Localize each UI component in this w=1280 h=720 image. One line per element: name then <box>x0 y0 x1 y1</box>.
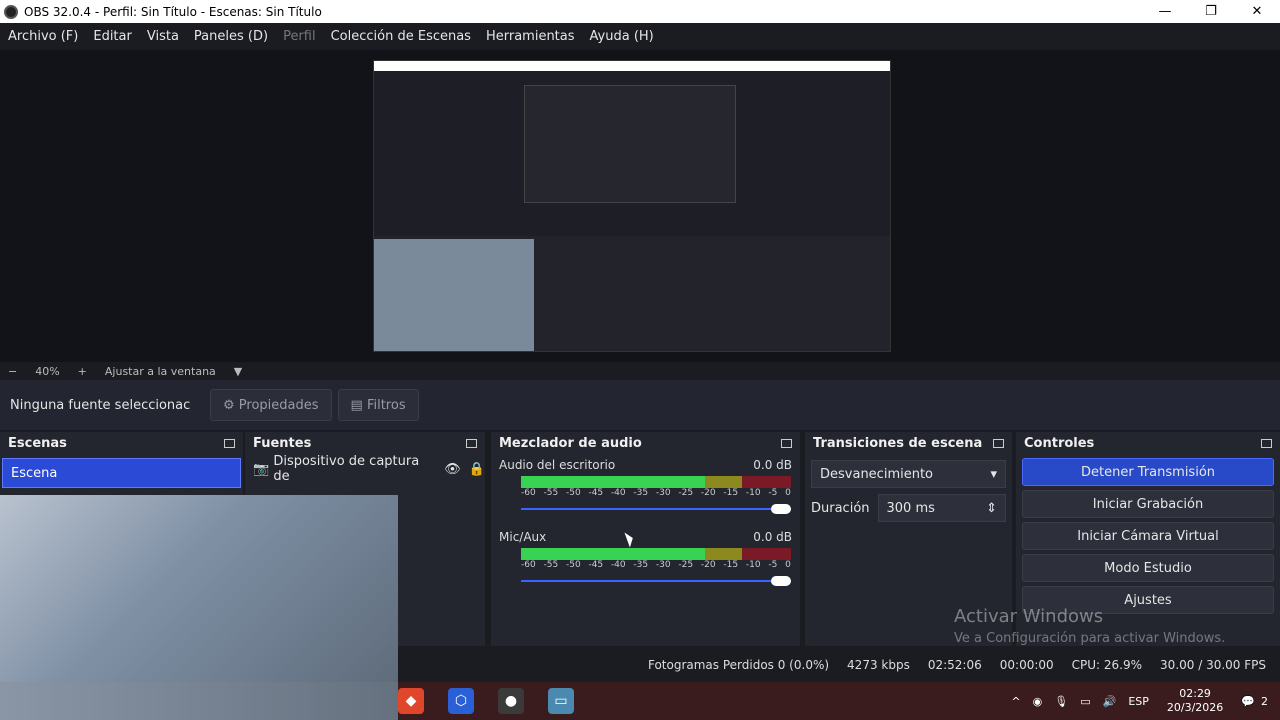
lock-icon[interactable]: 🔒 <box>469 462 485 477</box>
channel-name: Audio del escritorio <box>499 458 616 472</box>
zoom-out-button[interactable]: − <box>8 365 17 378</box>
window-app-icon[interactable]: ▭ <box>548 688 574 714</box>
source-item[interactable]: 📷 Dispositivo de captura de 👁 🔒 <box>245 454 485 484</box>
mixer-channel: Mic/Aux 0.0 dB -60 -55 -50 -45 -40 -35 -30 -25 -2… <box>491 526 800 592</box>
eye-icon[interactable]: 👁 <box>444 462 461 477</box>
virtual-camera-button[interactable]: Iniciar Cámara Virtual <box>1022 522 1274 550</box>
maximize-button[interactable]: ❐ <box>1188 0 1234 23</box>
stream-time: 02:52:06 <box>927 658 982 672</box>
menu-editar[interactable]: Editar <box>93 29 132 44</box>
mixer-channel: Audio del escritorio 0.0 dB -60 -55 -50 -45-… <box>491 454 800 520</box>
bitrate: 4273 kbps <box>847 658 910 672</box>
start-recording-button[interactable]: Iniciar Grabación <box>1022 490 1274 518</box>
meter-ticks: -60 -55 -50 -45 -40 -35 -30 -25 -20 -15 -10 -5 0 <box>521 560 791 570</box>
undock-icon[interactable] <box>1261 438 1272 448</box>
duration-input[interactable]: 300 ms ⇕ <box>877 494 1006 522</box>
camera-overlay-bottom <box>0 682 398 720</box>
meter-ticks: -60 -55 -50 -45 -40 -35 -30 -25 -20 -15 -10 -5 0 <box>521 488 791 498</box>
brave-icon[interactable]: ◆ <box>398 688 424 714</box>
chevron-down-icon[interactable]: ▼ <box>234 365 242 378</box>
no-source-label: Ninguna fuente seleccionac <box>10 397 191 413</box>
dropped-frames: Fotogramas Perdidos 0 (0.0%) <box>647 658 830 672</box>
undock-icon[interactable] <box>224 438 235 448</box>
notification-count: 2 <box>1261 694 1268 708</box>
preview-area[interactable] <box>0 50 1280 362</box>
source-toolbar: Ninguna fuente seleccionac ⚙ Propiedades… <box>0 380 1280 430</box>
menu-coleccion[interactable]: Colección de Escenas <box>331 29 471 44</box>
scene-item[interactable]: Escena <box>2 458 241 488</box>
menu-archivo[interactable]: Archivo (F) <box>8 29 78 44</box>
channel-db: 0.0 dB <box>753 530 792 544</box>
title-bar: OBS 32.0.4 - Perfil: Sin Título - Escena… <box>0 0 1280 23</box>
zoom-value: 40% <box>35 364 60 378</box>
menu-ayuda[interactable]: Ayuda (H) <box>590 29 654 44</box>
duration-label: Duración <box>811 500 870 516</box>
volume-icon[interactable]: 🔊 <box>1103 695 1117 708</box>
filters-button[interactable]: ▤ Filtros <box>337 389 419 421</box>
clock-date: 20/3/2026 <box>1166 701 1224 714</box>
undock-icon[interactable] <box>993 438 1004 448</box>
app-icon[interactable]: ⬡ <box>448 688 474 714</box>
volume-meter <box>521 548 791 560</box>
mixer-dock: Mezclador de audio Audio del escritorio 0… <box>491 432 800 646</box>
window-title: OBS 32.0.4 - Perfil: Sin Título - Escena… <box>24 4 322 19</box>
camera-tray-icon[interactable]: ◉ <box>1033 695 1043 708</box>
filters-label: Filtros <box>366 397 406 413</box>
mixer-title: Mezclador de audio <box>499 435 642 451</box>
language-indicator[interactable]: ESP <box>1128 695 1149 708</box>
zoom-fit[interactable]: Ajustar a la ventana <box>105 365 216 378</box>
transitions-title: Transiciones de escena <box>813 435 983 451</box>
zoom-bar: − 40% + Ajustar a la ventana ▼ <box>0 362 1280 380</box>
chevron-up-icon[interactable]: ^ <box>1011 695 1020 708</box>
zoom-in-button[interactable]: + <box>78 365 87 378</box>
preview-image <box>373 60 891 352</box>
activation-watermark-sub: Ve a Configuración para activar Windows. <box>954 631 1226 646</box>
channel-db: 0.0 dB <box>753 458 792 472</box>
filter-icon: ▤ <box>350 397 367 413</box>
volume-slider[interactable] <box>521 574 791 588</box>
chevron-down-icon: ▾ <box>990 466 997 482</box>
obs-icon[interactable]: ● <box>498 688 524 714</box>
record-time: 00:00:00 <box>999 658 1054 672</box>
menu-herramientas[interactable]: Herramientas <box>486 29 575 44</box>
camera-icon: 📷 <box>253 461 274 477</box>
source-label: Dispositivo de captura de <box>273 454 420 484</box>
fps: 30.00 / 30.00 FPS <box>1160 658 1266 672</box>
sources-title: Fuentes <box>253 435 312 451</box>
menu-paneles[interactable]: Paneles (D) <box>194 29 268 44</box>
clock[interactable]: 02:29 20/3/2026 <box>1161 687 1229 715</box>
cpu-usage: CPU: 26.9% <box>1071 658 1143 672</box>
channel-name: Mic/Aux <box>499 530 547 544</box>
volume-slider[interactable] <box>521 502 791 516</box>
volume-meter <box>521 476 791 488</box>
transition-select[interactable]: Desvanecimiento ▾ <box>811 460 1006 488</box>
close-button[interactable]: ✕ <box>1234 0 1280 23</box>
scenes-title: Escenas <box>8 435 67 451</box>
studio-mode-button[interactable]: Modo Estudio <box>1022 554 1274 582</box>
notification-icon[interactable]: 💬 2 <box>1241 695 1274 708</box>
menu-perfil[interactable]: Perfil <box>283 29 316 44</box>
status-bar: Fotogramas Perdidos 0 (0.0%) 4273 kbps 0… <box>398 648 1280 682</box>
undock-icon[interactable] <box>781 438 792 448</box>
clock-time: 02:29 <box>1179 687 1211 700</box>
gear-icon: ⚙ <box>223 397 239 413</box>
controls-title: Controles <box>1024 435 1095 451</box>
properties-label: Propiedades <box>238 397 319 413</box>
stop-stream-button[interactable]: Detener Transmisión <box>1022 458 1274 486</box>
taskbar: ◆ ⬡ ● ▭ ^ ◉ 🎙 ▭ 🔊 ESP 02:29 20/3/2026 💬 2 <box>0 682 1280 720</box>
network-icon[interactable]: ▭ <box>1080 695 1090 708</box>
menu-vista[interactable]: Vista <box>147 29 179 44</box>
mic-icon[interactable]: 🎙 <box>1054 695 1068 708</box>
obs-logo-icon <box>4 4 18 19</box>
undock-icon[interactable] <box>466 438 477 448</box>
properties-button[interactable]: ⚙ Propiedades <box>210 389 332 421</box>
activation-watermark: Activar Windows <box>954 606 1104 627</box>
minimize-button[interactable]: — <box>1142 0 1188 23</box>
menu-bar: Archivo (F) Editar Vista Paneles (D) Per… <box>0 23 1280 50</box>
